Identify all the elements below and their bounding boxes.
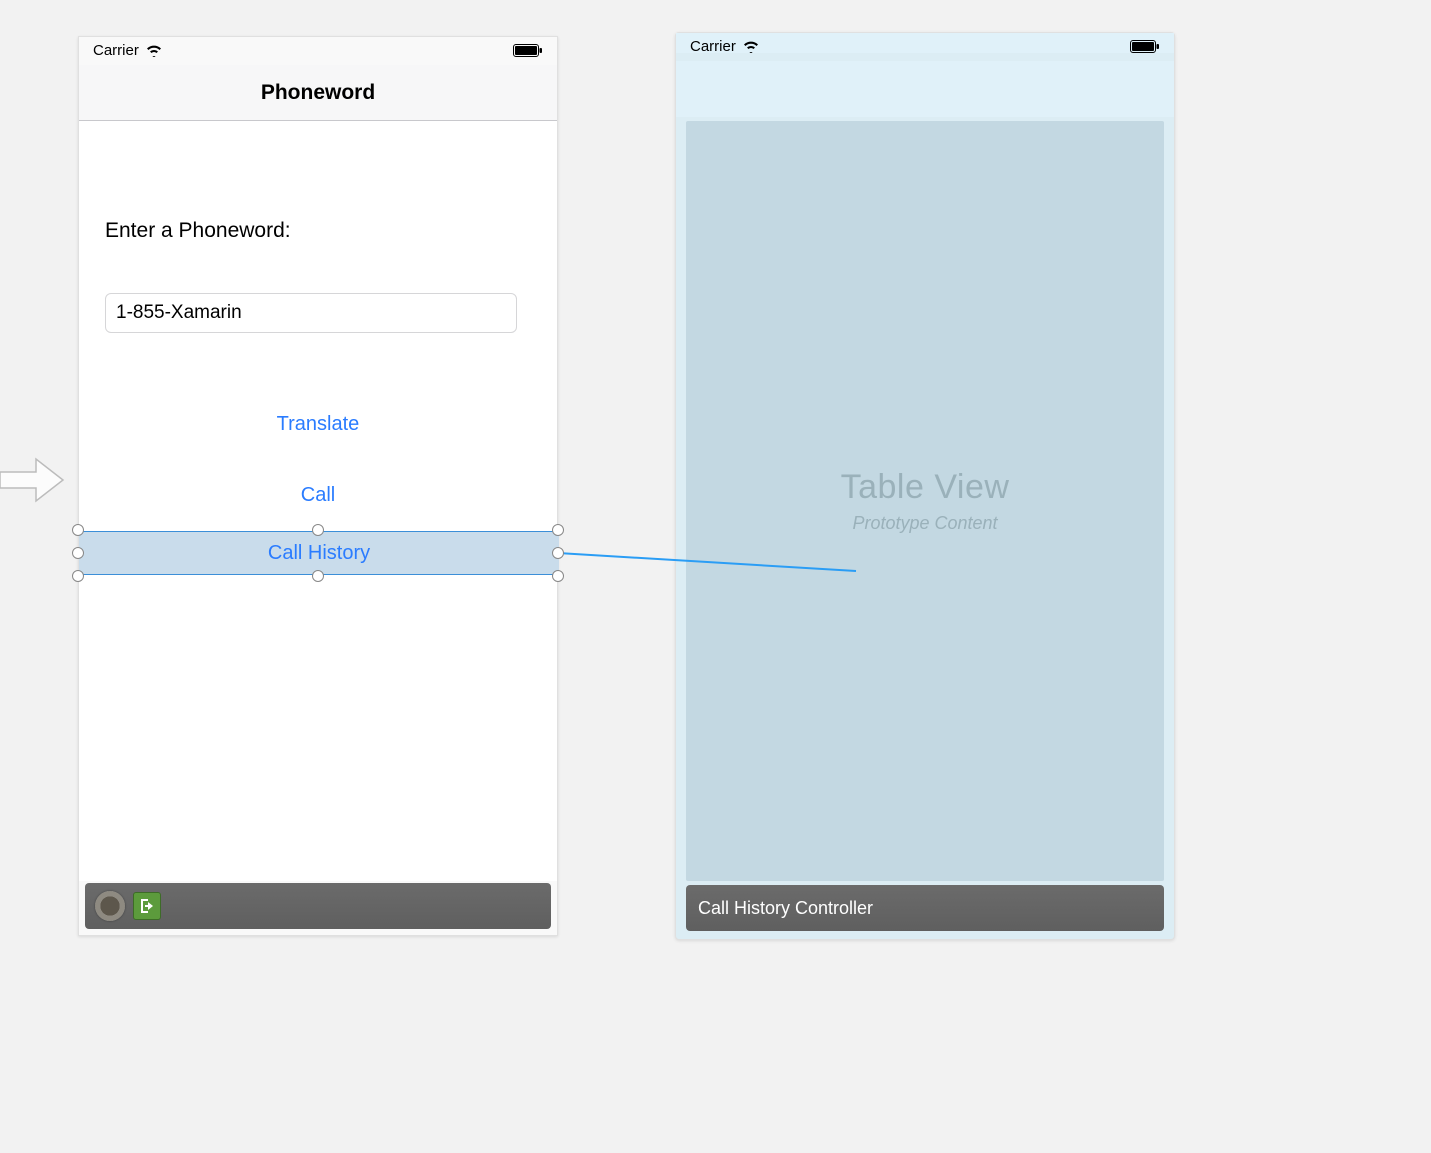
carrier-label: Carrier bbox=[93, 42, 139, 59]
resize-handle-icon[interactable] bbox=[312, 570, 324, 582]
translate-button[interactable]: Translate bbox=[105, 413, 531, 436]
resize-handle-icon[interactable] bbox=[72, 547, 84, 559]
status-bar: Carrier bbox=[79, 37, 557, 57]
resize-handle-icon[interactable] bbox=[72, 570, 84, 582]
main-content: Enter a Phoneword: Translate Call Call H… bbox=[79, 121, 557, 881]
page-title: Phoneword bbox=[261, 81, 375, 105]
call-history-button-selection[interactable]: Call History bbox=[79, 531, 559, 575]
navigation-bar bbox=[676, 61, 1174, 117]
phoneword-label: Enter a Phoneword: bbox=[105, 121, 531, 243]
resize-handle-icon[interactable] bbox=[552, 524, 564, 536]
controller-name-label: Call History Controller bbox=[698, 898, 873, 919]
wifi-icon bbox=[742, 40, 760, 53]
wifi-icon bbox=[145, 44, 163, 57]
view-controller-icon[interactable] bbox=[95, 891, 125, 921]
phoneword-input[interactable] bbox=[105, 293, 517, 333]
scene-dock bbox=[85, 883, 551, 929]
table-view-placeholder[interactable]: Table View Prototype Content bbox=[686, 121, 1164, 881]
status-bar: Carrier bbox=[676, 33, 1174, 53]
battery-icon bbox=[513, 44, 543, 57]
table-view-subtitle: Prototype Content bbox=[852, 513, 997, 534]
segue-arrow-icon bbox=[0, 455, 65, 505]
resize-handle-icon[interactable] bbox=[552, 570, 564, 582]
call-history-button[interactable]: Call History bbox=[268, 542, 370, 565]
exit-icon[interactable] bbox=[133, 892, 161, 920]
scene-dock: Call History Controller bbox=[686, 885, 1164, 931]
table-view-title: Table View bbox=[841, 468, 1010, 507]
call-button[interactable]: Call bbox=[105, 484, 531, 507]
resize-handle-icon[interactable] bbox=[552, 547, 564, 559]
phoneword-view-controller: Carrier Phoneword Enter a Phoneword: Tra… bbox=[78, 36, 558, 936]
battery-icon bbox=[1130, 40, 1160, 53]
call-history-view-controller: Carrier Table View Prototype Content Cal… bbox=[675, 32, 1175, 940]
carrier-label: Carrier bbox=[690, 38, 736, 55]
navigation-bar: Phoneword bbox=[79, 65, 557, 121]
resize-handle-icon[interactable] bbox=[72, 524, 84, 536]
resize-handle-icon[interactable] bbox=[312, 524, 324, 536]
